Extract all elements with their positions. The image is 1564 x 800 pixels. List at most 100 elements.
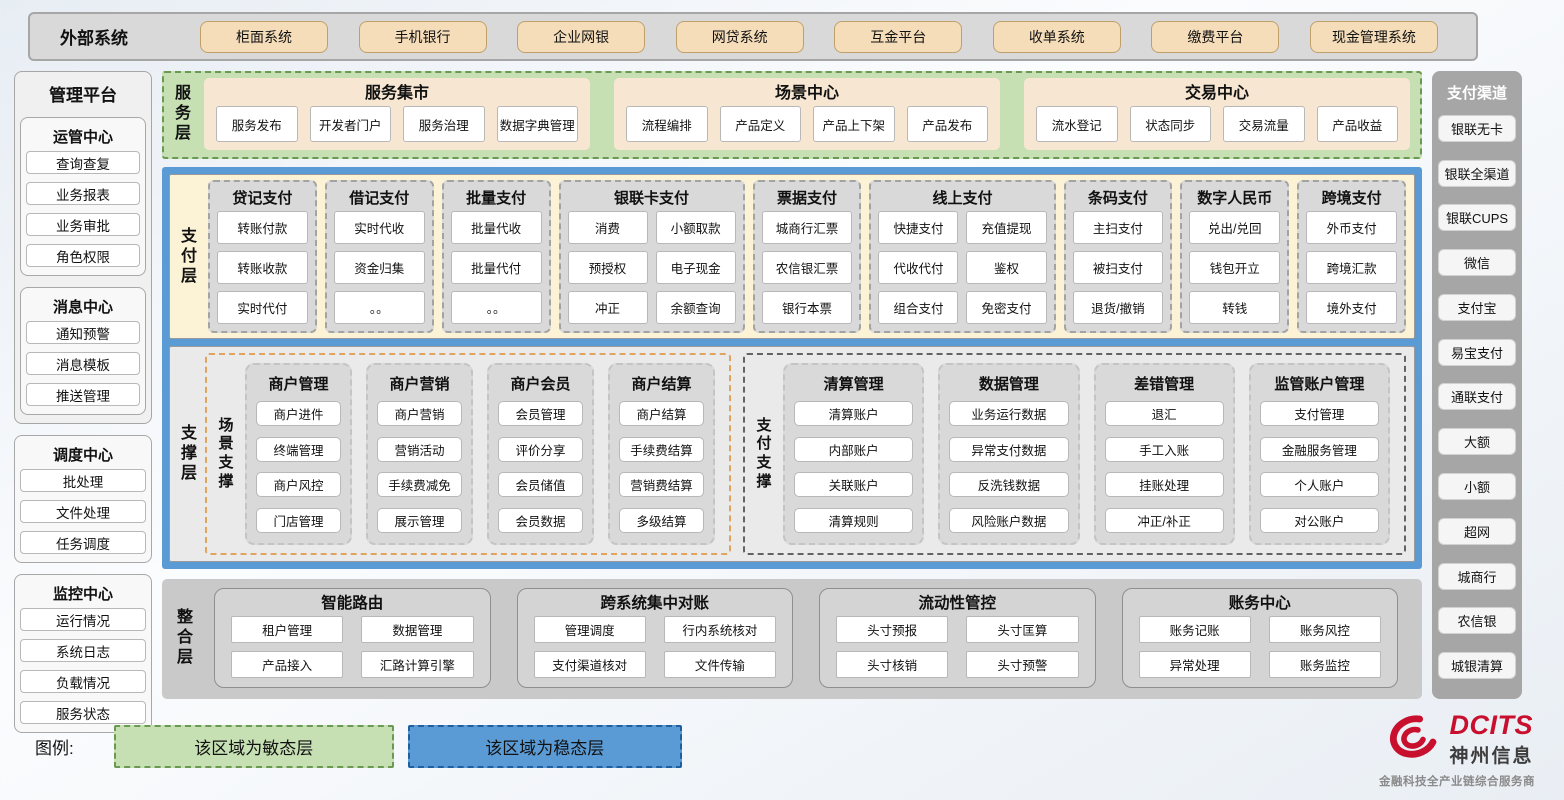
payment-item-button[interactable]: 代收代付 — [878, 251, 958, 284]
payment-item-button[interactable]: 转账付款 — [217, 211, 308, 244]
payment-item-button[interactable]: 退货/撤销 — [1073, 291, 1164, 324]
payment-item-button[interactable]: 充值提现 — [966, 211, 1046, 244]
management-item-button[interactable]: 查询查复 — [26, 151, 140, 174]
payment-item-button[interactable]: 余额查询 — [656, 291, 736, 324]
service-item-button[interactable]: 产品发布 — [907, 106, 989, 142]
external-system-button[interactable]: 互金平台 — [834, 21, 962, 53]
integration-item-button[interactable]: 支付渠道核对 — [534, 651, 646, 678]
support-item-button[interactable]: 支付管理 — [1260, 401, 1379, 426]
payment-item-button[interactable]: 转钱 — [1189, 291, 1280, 324]
payment-item-button[interactable]: 跨境汇款 — [1306, 251, 1397, 284]
payment-item-button[interactable]: 实时代收 — [334, 211, 425, 244]
support-item-button[interactable]: 会员数据 — [498, 508, 583, 533]
payment-item-button[interactable]: 批量代收 — [451, 211, 542, 244]
integration-item-button[interactable]: 头寸预警 — [966, 651, 1078, 678]
payment-item-button[interactable]: 。。 — [451, 291, 542, 324]
payment-item-button[interactable]: 冲正 — [568, 291, 648, 324]
support-item-button[interactable]: 清算账户 — [794, 401, 913, 426]
management-item-button[interactable]: 服务状态 — [20, 701, 146, 724]
integration-item-button[interactable]: 租户管理 — [231, 616, 343, 643]
support-item-button[interactable]: 金融服务管理 — [1260, 437, 1379, 462]
payment-item-button[interactable]: 境外支付 — [1306, 291, 1397, 324]
support-item-button[interactable]: 商户营销 — [377, 401, 462, 426]
integration-item-button[interactable]: 异常处理 — [1139, 651, 1251, 678]
payment-item-button[interactable]: 预授权 — [568, 251, 648, 284]
payment-item-button[interactable]: 批量代付 — [451, 251, 542, 284]
payment-item-button[interactable]: 免密支付 — [966, 291, 1046, 324]
integration-item-button[interactable]: 账务监控 — [1269, 651, 1381, 678]
payment-item-button[interactable]: 被扫支付 — [1073, 251, 1164, 284]
external-system-button[interactable]: 网贷系统 — [676, 21, 804, 53]
payment-item-button[interactable]: 资金归集 — [334, 251, 425, 284]
payment-channel-button[interactable]: 易宝支付 — [1438, 339, 1516, 366]
payment-channel-button[interactable]: 银联全渠道 — [1438, 160, 1516, 187]
payment-channel-button[interactable]: 农信银 — [1438, 607, 1516, 634]
payment-channel-button[interactable]: 城银清算 — [1438, 652, 1516, 679]
support-item-button[interactable]: 手续费结算 — [619, 437, 704, 462]
service-item-button[interactable]: 交易流量 — [1223, 106, 1305, 142]
service-item-button[interactable]: 状态同步 — [1130, 106, 1212, 142]
support-item-button[interactable]: 关联账户 — [794, 472, 913, 497]
external-system-button[interactable]: 现金管理系统 — [1310, 21, 1438, 53]
external-system-button[interactable]: 企业网银 — [517, 21, 645, 53]
payment-item-button[interactable]: 。。 — [334, 291, 425, 324]
payment-item-button[interactable]: 快捷支付 — [878, 211, 958, 244]
support-item-button[interactable]: 多级结算 — [619, 508, 704, 533]
payment-item-button[interactable]: 小额取款 — [656, 211, 736, 244]
support-item-button[interactable]: 商户结算 — [619, 401, 704, 426]
support-item-button[interactable]: 反洗钱数据 — [949, 472, 1068, 497]
service-item-button[interactable]: 服务发布 — [216, 106, 298, 142]
service-item-button[interactable]: 产品上下架 — [813, 106, 895, 142]
payment-channel-button[interactable]: 通联支付 — [1438, 383, 1516, 410]
support-item-button[interactable]: 对公账户 — [1260, 508, 1379, 533]
payment-item-button[interactable]: 农信银汇票 — [762, 251, 853, 284]
payment-channel-button[interactable]: 银联无卡 — [1438, 115, 1516, 142]
support-item-button[interactable]: 冲正/补正 — [1105, 508, 1224, 533]
support-item-button[interactable]: 会员管理 — [498, 401, 583, 426]
payment-item-button[interactable]: 转账收款 — [217, 251, 308, 284]
integration-item-button[interactable]: 管理调度 — [534, 616, 646, 643]
support-item-button[interactable]: 风险账户数据 — [949, 508, 1068, 533]
service-item-button[interactable]: 数据字典管理 — [497, 106, 579, 142]
support-item-button[interactable]: 个人账户 — [1260, 472, 1379, 497]
integration-item-button[interactable]: 账务风控 — [1269, 616, 1381, 643]
management-item-button[interactable]: 任务调度 — [20, 531, 146, 554]
support-item-button[interactable]: 清算规则 — [794, 508, 913, 533]
support-item-button[interactable]: 手续费减免 — [377, 472, 462, 497]
payment-channel-button[interactable]: 微信 — [1438, 249, 1516, 276]
payment-item-button[interactable]: 城商行汇票 — [762, 211, 853, 244]
integration-item-button[interactable]: 头寸预报 — [836, 616, 948, 643]
payment-item-button[interactable]: 鉴权 — [966, 251, 1046, 284]
service-item-button[interactable]: 流程编排 — [626, 106, 708, 142]
management-item-button[interactable]: 通知预警 — [26, 321, 140, 344]
external-system-button[interactable]: 手机银行 — [359, 21, 487, 53]
support-item-button[interactable]: 商户风控 — [256, 472, 341, 497]
support-item-button[interactable]: 评价分享 — [498, 437, 583, 462]
support-item-button[interactable]: 展示管理 — [377, 508, 462, 533]
integration-item-button[interactable]: 汇路计算引擎 — [361, 651, 473, 678]
management-item-button[interactable]: 负载情况 — [20, 670, 146, 693]
support-item-button[interactable]: 会员储值 — [498, 472, 583, 497]
payment-channel-button[interactable]: 银联CUPS — [1438, 204, 1516, 231]
support-item-button[interactable]: 商户进件 — [256, 401, 341, 426]
payment-item-button[interactable]: 外币支付 — [1306, 211, 1397, 244]
support-item-button[interactable]: 门店管理 — [256, 508, 341, 533]
payment-item-button[interactable]: 主扫支付 — [1073, 211, 1164, 244]
management-item-button[interactable]: 业务报表 — [26, 182, 140, 205]
support-item-button[interactable]: 挂账处理 — [1105, 472, 1224, 497]
payment-item-button[interactable]: 银行本票 — [762, 291, 853, 324]
payment-channel-button[interactable]: 城商行 — [1438, 563, 1516, 590]
payment-channel-button[interactable]: 支付宝 — [1438, 294, 1516, 321]
payment-channel-button[interactable]: 超网 — [1438, 518, 1516, 545]
service-item-button[interactable]: 产品定义 — [720, 106, 802, 142]
support-item-button[interactable]: 营销活动 — [377, 437, 462, 462]
service-item-button[interactable]: 开发者门户 — [310, 106, 392, 142]
external-system-button[interactable]: 收单系统 — [993, 21, 1121, 53]
support-item-button[interactable]: 业务运行数据 — [949, 401, 1068, 426]
integration-item-button[interactable]: 头寸匡算 — [966, 616, 1078, 643]
service-item-button[interactable]: 服务治理 — [403, 106, 485, 142]
support-item-button[interactable]: 手工入账 — [1105, 437, 1224, 462]
management-item-button[interactable]: 业务审批 — [26, 213, 140, 236]
management-item-button[interactable]: 文件处理 — [20, 500, 146, 523]
management-item-button[interactable]: 运行情况 — [20, 608, 146, 631]
